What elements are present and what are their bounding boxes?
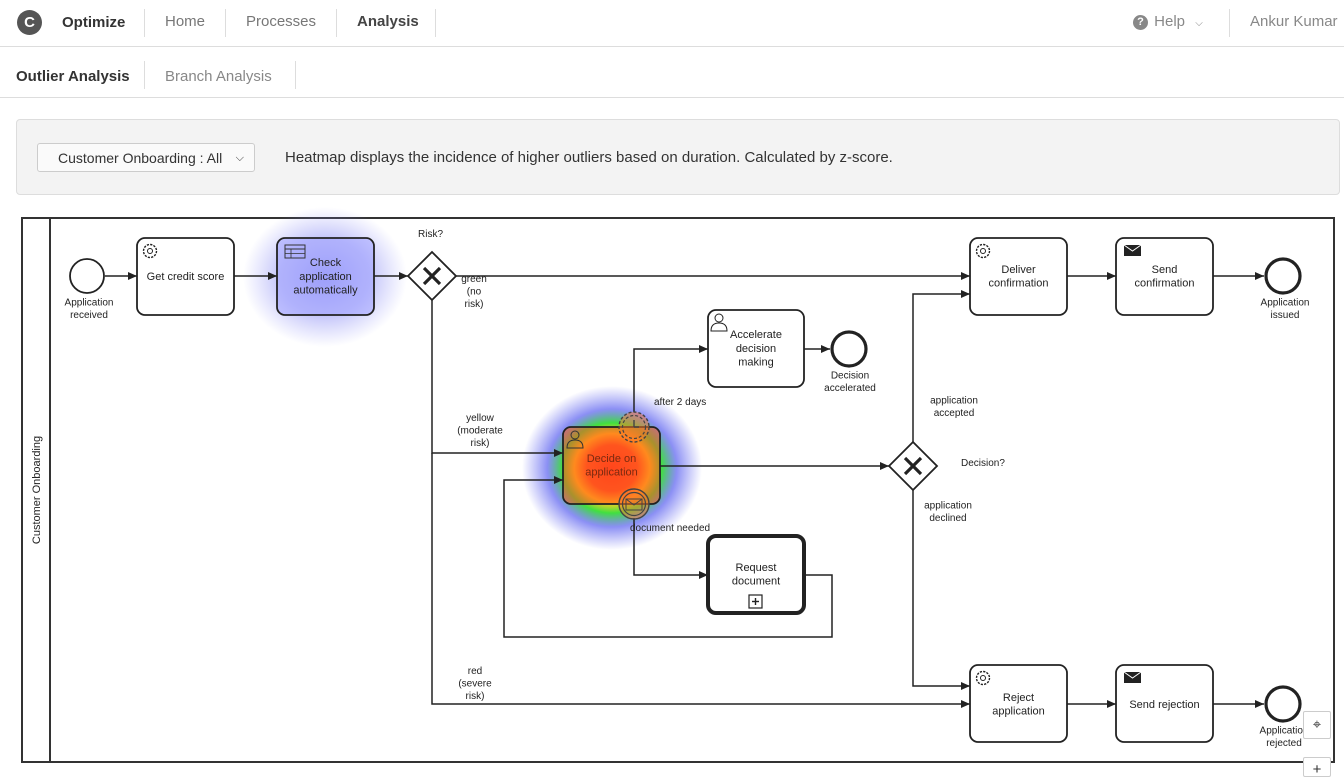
top-navigation: C Optimize Home Processes Analysis ? Hel…	[0, 0, 1344, 47]
message-boundary-event[interactable]	[618, 488, 650, 520]
gear-icon	[142, 243, 158, 259]
control-panel: Customer Onboarding : All ⌵ Heatmap disp…	[16, 119, 1340, 195]
nav-divider	[435, 9, 436, 37]
envelope-icon	[1123, 671, 1142, 683]
envelope-icon	[1123, 244, 1142, 256]
nav-divider	[144, 9, 145, 37]
nav-divider	[1229, 9, 1230, 37]
flow-label-doc: document needed	[630, 523, 710, 534]
help-label: Help	[1154, 13, 1186, 30]
tab-divider	[144, 61, 145, 89]
nav-divider	[225, 9, 226, 37]
gateway-label-decision: Decision?	[961, 458, 1005, 469]
process-select-value: Customer Onboarding : All	[58, 150, 223, 166]
end-event-issued[interactable]	[1264, 257, 1302, 295]
task-label-decide: Decide on application	[585, 453, 638, 479]
event-label-rejected: Application rejected	[1260, 725, 1309, 749]
flow-label-accepted: application accepted	[930, 395, 978, 419]
task-label-credit: Get credit score	[147, 271, 225, 283]
app-logo: C	[17, 10, 42, 35]
expand-subprocess-icon[interactable]	[748, 594, 763, 609]
heatmap-description: Heatmap displays the incidence of higher…	[285, 149, 893, 166]
end-event-rejected[interactable]	[1264, 685, 1302, 723]
bpmn-diagram[interactable]: Customer Onboarding Get credit score Che…	[0, 205, 1344, 778]
gear-icon	[975, 243, 991, 259]
nav-analysis[interactable]: Analysis	[357, 13, 419, 30]
flow-label-after: after 2 days	[654, 397, 706, 408]
help-menu[interactable]: ? Help ⌵	[1133, 13, 1203, 30]
nav-home[interactable]: Home	[165, 13, 205, 30]
process-select[interactable]: Customer Onboarding : All ⌵	[37, 143, 255, 172]
tab-outlier-analysis[interactable]: Outlier Analysis	[16, 68, 130, 85]
gear-icon	[975, 670, 991, 686]
tab-branch-analysis[interactable]: Branch Analysis	[165, 68, 272, 85]
sub-navigation: Outlier Analysis Branch Analysis	[0, 51, 1344, 98]
flow-label-declined: application declined	[924, 500, 972, 524]
zoom-in-button[interactable]: +	[1303, 757, 1331, 778]
tab-divider	[295, 61, 296, 89]
end-event-accelerated[interactable]	[830, 330, 868, 368]
gateway-label-risk: Risk?	[418, 229, 443, 240]
user-menu[interactable]: Ankur Kumar	[1250, 13, 1338, 30]
brand-name: Optimize	[62, 14, 126, 31]
fit-to-screen-button[interactable]: ⌖	[1303, 711, 1331, 739]
plus-icon: +	[1312, 761, 1322, 778]
help-icon: ?	[1133, 15, 1148, 30]
task-label-request: Request document	[732, 562, 780, 588]
nav-divider	[336, 9, 337, 37]
nav-processes[interactable]: Processes	[246, 13, 316, 30]
pool-label: Customer Onboarding	[31, 436, 43, 544]
event-label-start: Application received	[65, 297, 114, 321]
event-label-accelerated: Decision accelerated	[824, 370, 876, 394]
chevron-down-icon: ⌵	[235, 152, 244, 164]
start-event[interactable]	[69, 258, 105, 294]
task-label-send-rejection: Send rejection	[1129, 699, 1199, 711]
locate-icon: ⌖	[1312, 716, 1322, 733]
chevron-down-icon: ⌵	[1195, 18, 1203, 29]
timer-boundary-event[interactable]	[618, 411, 650, 443]
